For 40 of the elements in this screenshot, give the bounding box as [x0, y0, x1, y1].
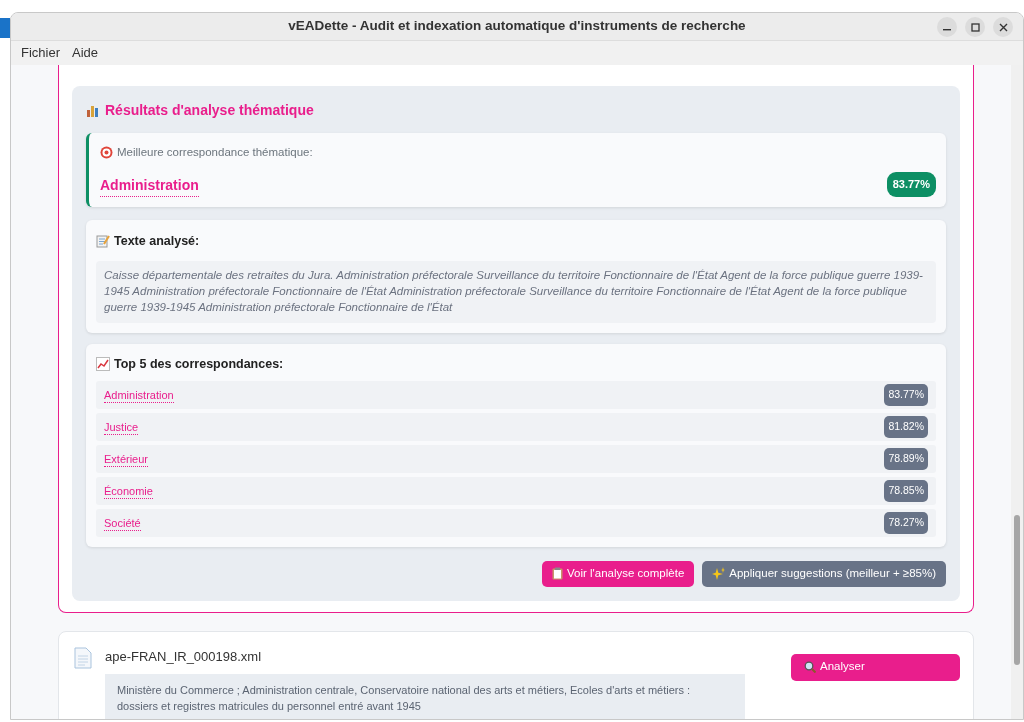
theme-link[interactable]: Société — [104, 515, 141, 531]
sparkles-icon — [712, 567, 726, 581]
score-badge: 78.85% — [884, 480, 928, 503]
search-icon — [804, 661, 816, 673]
best-match-label: Meilleure correspondance thématique: — [117, 145, 313, 160]
memo-icon — [96, 234, 110, 249]
close-icon — [998, 22, 1008, 32]
close-button[interactable] — [993, 17, 1013, 37]
document-icon — [73, 646, 93, 669]
view-analysis-button[interactable]: Voir l'analyse complète — [542, 561, 695, 587]
score-badge: 83.77% — [884, 384, 928, 407]
file-name: ape-FRAN_IR_000198.xml — [105, 647, 263, 666]
analyzed-text-title: Texte analysé: — [114, 232, 200, 250]
maximize-button[interactable] — [965, 17, 985, 37]
results-title: Résultats d'analyse thématique — [105, 101, 314, 120]
score-badge: 81.82% — [884, 416, 928, 439]
top-matches-title: Top 5 des correspondances: — [114, 355, 284, 373]
theme-link[interactable]: Justice — [104, 419, 139, 435]
scrollbar-thumb[interactable] — [1014, 515, 1020, 665]
file-description: Ministère du Commerce ; Administration centrale, Conservatoire national des arts et métiers, Ecoles d'arts et métiers : dossiers et registres matricules du personnel entré avant 1945 — [105, 674, 745, 719]
analyzed-text: Caisse départementale des retraites du Jura. Administration préfectorale Surveillance du territoire Fonctionnaire de l'État Agent de la force publique guerre 1939-1945 Administration préfectorale Fonctionnaire de l'État Administration préfectorale Surveillance du territoire Fonctionnaire de l'État Agent de la force publique guerre 1939-1945 Administration préfectorale Fonctionnaire de l'État — [96, 260, 936, 323]
score-badge: 78.27% — [884, 512, 928, 535]
theme-link[interactable]: Extérieur — [104, 451, 149, 467]
bar-chart-icon — [86, 104, 100, 117]
best-match-theme[interactable]: Administration — [100, 174, 199, 197]
trend-chart-icon — [96, 356, 110, 371]
apply-suggestions-button[interactable]: Appliquer suggestions (meilleur + ≥85%) — [702, 561, 946, 587]
analyze-button[interactable]: Analyser — [791, 653, 960, 681]
menu-item[interactable]: Fichier — [16, 43, 65, 63]
theme-link[interactable]: Économie — [104, 483, 153, 499]
score-badge: 78.89% — [884, 448, 928, 471]
score-badge: 83.77% — [886, 172, 936, 197]
maximize-icon — [970, 22, 980, 32]
clipboard-icon — [552, 567, 563, 581]
desktop-icon — [0, 18, 10, 38]
target-icon — [100, 146, 113, 160]
theme-link[interactable]: Administration — [104, 387, 174, 403]
menu-item[interactable]: Aide — [67, 43, 104, 63]
minimize-button[interactable] — [937, 17, 957, 37]
window-title: vEADette - Audit et indexation automatique d'instruments de recherche — [288, 17, 746, 36]
